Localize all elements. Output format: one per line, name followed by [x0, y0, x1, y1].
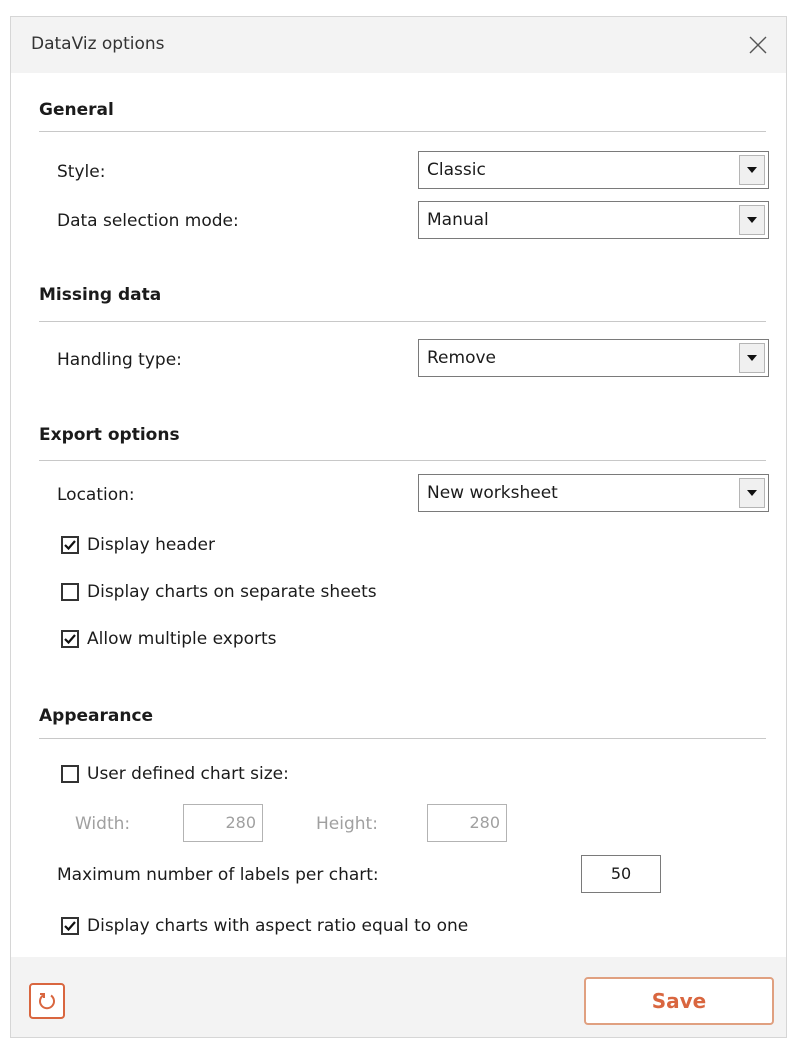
section-divider [39, 321, 766, 322]
width-label: Width: [75, 814, 131, 834]
checkmark-icon [64, 540, 76, 550]
section-missing-data-heading: Missing data [39, 285, 162, 305]
width-input[interactable]: 280 [183, 804, 263, 842]
close-button[interactable] [738, 25, 778, 65]
dialog-footer: Save [11, 957, 786, 1037]
display-header-checkbox[interactable]: Display header [61, 533, 215, 557]
dialog-title: DataViz options [31, 34, 165, 54]
reset-button[interactable] [29, 983, 65, 1019]
options-dialog: DataViz options General Style: Classic D… [10, 16, 787, 1038]
checkbox-box[interactable] [61, 583, 79, 601]
location-select[interactable]: New worksheet [418, 474, 769, 512]
user-defined-chart-size-checkbox[interactable]: User defined chart size: [61, 762, 289, 786]
chevron-down-icon[interactable] [739, 205, 765, 235]
location-value: New worksheet [427, 483, 558, 503]
checkbox-box[interactable] [61, 917, 79, 935]
checkbox-box[interactable] [61, 630, 79, 648]
chevron-down-icon[interactable] [739, 343, 765, 373]
close-icon [749, 36, 767, 54]
data-selection-mode-value: Manual [427, 210, 489, 230]
save-button[interactable]: Save [584, 977, 774, 1025]
handling-type-value: Remove [427, 348, 496, 368]
checkmark-icon [64, 634, 76, 644]
display-charts-separate-sheets-checkbox[interactable]: Display charts on separate sheets [61, 580, 377, 604]
title-bar: DataViz options [11, 17, 786, 73]
section-general-heading: General [39, 100, 114, 120]
data-selection-mode-select[interactable]: Manual [418, 201, 769, 239]
allow-multiple-exports-label: Allow multiple exports [87, 629, 277, 649]
height-label: Height: [316, 814, 378, 834]
display-header-label: Display header [87, 535, 215, 555]
data-selection-mode-label: Data selection mode: [57, 211, 239, 231]
display-charts-separate-sheets-label: Display charts on separate sheets [87, 582, 377, 602]
section-divider [39, 131, 766, 132]
style-label: Style: [57, 162, 106, 182]
checkmark-icon [64, 921, 76, 931]
section-appearance-heading: Appearance [39, 706, 154, 726]
checkbox-box[interactable] [61, 765, 79, 783]
user-defined-chart-size-label: User defined chart size: [87, 764, 289, 784]
style-select-value: Classic [427, 160, 486, 180]
handling-type-label: Handling type: [57, 350, 182, 370]
checkbox-box[interactable] [61, 536, 79, 554]
handling-type-select[interactable]: Remove [418, 339, 769, 377]
reset-icon [39, 993, 55, 1010]
section-export-options-heading: Export options [39, 425, 180, 445]
location-label: Location: [57, 485, 135, 505]
max-labels-input[interactable]: 50 [581, 855, 661, 893]
chevron-down-icon[interactable] [739, 155, 765, 185]
aspect-ratio-checkbox[interactable]: Display charts with aspect ratio equal t… [61, 914, 468, 938]
max-labels-label: Maximum number of labels per chart: [57, 865, 379, 885]
aspect-ratio-label: Display charts with aspect ratio equal t… [87, 916, 469, 936]
height-input[interactable]: 280 [427, 804, 507, 842]
allow-multiple-exports-checkbox[interactable]: Allow multiple exports [61, 627, 277, 651]
chevron-down-icon[interactable] [739, 478, 765, 508]
style-select[interactable]: Classic [418, 151, 769, 189]
section-divider [39, 460, 766, 461]
section-divider [39, 738, 766, 739]
